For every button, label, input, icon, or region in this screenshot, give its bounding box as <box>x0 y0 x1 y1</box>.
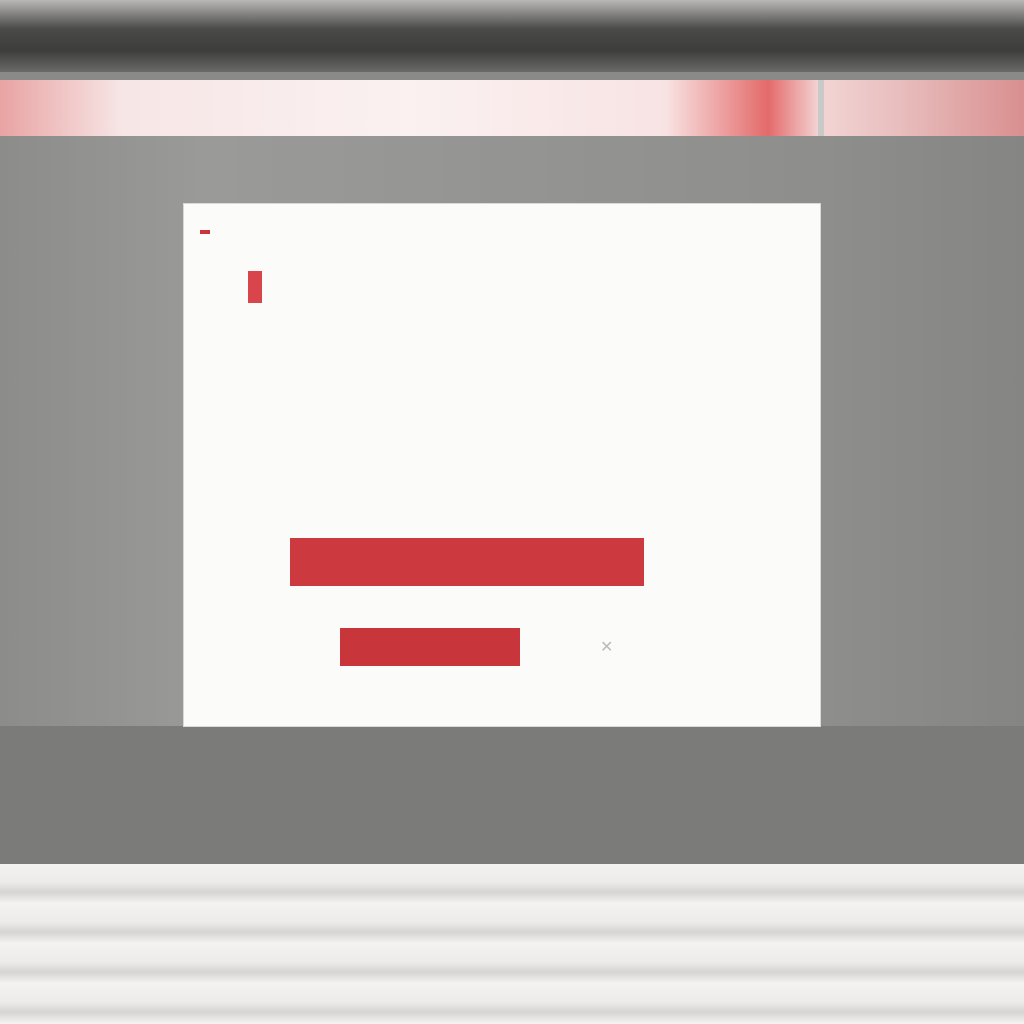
primary-action-button[interactable] <box>290 538 644 586</box>
backdrop-lower-band <box>0 726 1024 864</box>
title-accent-mark <box>248 270 262 303</box>
dialog-title <box>248 270 270 303</box>
brand <box>200 230 216 234</box>
brand-logo <box>200 230 210 234</box>
site-header <box>0 80 1024 136</box>
site-header-main <box>0 80 824 136</box>
close-icon[interactable]: ✕ <box>600 637 613 657</box>
modal-dialog: ✕ <box>184 204 820 726</box>
secondary-action-row: ✕ <box>340 628 613 666</box>
browser-toolbar <box>0 0 1024 72</box>
secondary-action-button[interactable] <box>340 628 520 666</box>
page-footer-area <box>0 864 1024 1024</box>
